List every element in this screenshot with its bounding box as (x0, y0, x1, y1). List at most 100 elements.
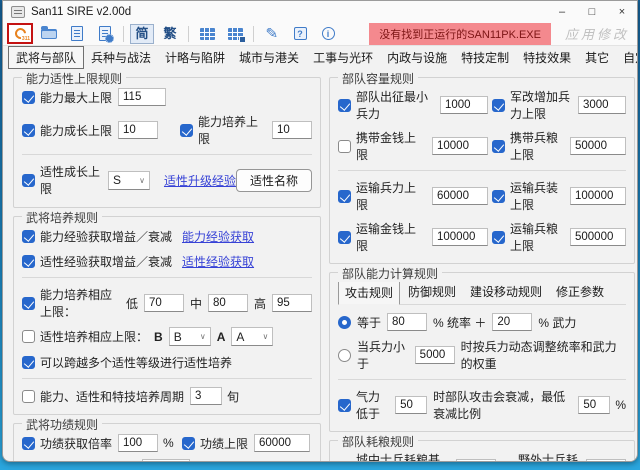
checkbox[interactable] (22, 229, 35, 243)
tab-build-move-rule[interactable]: 建设移动规则 (464, 281, 548, 304)
cultivation-cycle-input[interactable] (190, 387, 223, 405)
about-button[interactable]: i (316, 24, 340, 44)
export-table-button[interactable] (223, 24, 247, 44)
tab-units-tactics[interactable]: 兵种与战法 (84, 47, 158, 68)
data-table-button[interactable] (195, 24, 219, 44)
checkbox-label: 气力低于 (356, 390, 381, 421)
simplified-chinese-button[interactable]: 简 (130, 23, 154, 44)
tab-custom-pack[interactable]: 自定义包 (616, 47, 637, 68)
checkbox[interactable] (492, 139, 505, 153)
checkbox[interactable] (22, 123, 35, 137)
aptitude-upgrade-exp-link[interactable]: 适性升级经验 (164, 172, 236, 189)
carry-gold-input[interactable] (432, 137, 488, 155)
aptitude-exp-gain-link[interactable]: 适性经验获取 (182, 253, 254, 270)
tab-schemes-traps[interactable]: 计略与陷阱 (158, 47, 232, 68)
train-cap-mid-input[interactable] (207, 294, 248, 312)
carry-food-input[interactable] (570, 137, 626, 155)
checkbox[interactable] (22, 254, 35, 268)
tab-skill-custom[interactable]: 特技定制 (454, 47, 516, 68)
checkbox[interactable] (338, 139, 351, 153)
train-cap-high-input[interactable] (272, 294, 312, 312)
city-food-base-input[interactable] (456, 459, 496, 461)
folder-icon (41, 25, 57, 39)
save-file-button[interactable] (65, 24, 89, 44)
strength-pct-input[interactable] (492, 313, 533, 331)
open-file-button[interactable] (37, 24, 61, 44)
ability-growth-input[interactable] (118, 121, 159, 139)
checkbox[interactable] (338, 189, 351, 203)
checkbox[interactable] (338, 462, 351, 463)
status-banner: 没有找到正运行的SAN11PK.EXE (369, 22, 551, 45)
checkbox[interactable] (338, 98, 351, 112)
maximize-button[interactable]: □ (577, 1, 607, 22)
ability-max-input[interactable] (118, 88, 167, 106)
tab-correction-params[interactable]: 修正参数 (550, 281, 610, 304)
reinforce-cap-input[interactable] (578, 96, 626, 114)
checkbox[interactable] (22, 462, 35, 463)
checkbox[interactable] (180, 123, 193, 137)
window-title: San11 SIRE v2.00d (31, 5, 132, 18)
edit-button[interactable]: ✎ (260, 24, 284, 44)
tab-skill-effects[interactable]: 特技效果 (516, 47, 578, 68)
close-button[interactable]: × (607, 1, 637, 22)
checkbox[interactable] (22, 355, 35, 369)
chevron-down-icon: ∨ (262, 332, 269, 341)
merit-rate-input[interactable] (118, 434, 159, 452)
tab-works-aura[interactable]: 工事与光环 (306, 47, 380, 68)
checkbox[interactable] (22, 389, 35, 403)
checkbox[interactable] (22, 296, 35, 310)
transport-equip-input[interactable] (570, 187, 626, 205)
group-troop-capacity: 部队容量规则 部队出征最小兵力 军改增加兵力上限 (329, 70, 635, 264)
tab-cities-ports[interactable]: 城市与港关 (232, 47, 306, 68)
checkbox[interactable] (182, 436, 195, 450)
checkbox[interactable] (338, 398, 351, 412)
field-label: 低 (125, 296, 138, 311)
rank-merit-input[interactable] (142, 459, 191, 461)
checkbox[interactable] (22, 173, 35, 187)
apply-changes-button[interactable]: 应用修改 (565, 24, 629, 43)
checkbox[interactable] (338, 230, 351, 244)
group-title: 武将培养规则 (22, 209, 103, 226)
checkbox[interactable] (492, 98, 505, 112)
field-food-base-input[interactable] (586, 459, 626, 461)
tab-domestic-facilities[interactable]: 内政与设施 (380, 47, 454, 68)
aptitude-name-button[interactable]: 适性名称 (235, 168, 312, 192)
ability-exp-gain-link[interactable]: 能力经验获取 (182, 228, 254, 245)
help-book-icon: ? (293, 27, 307, 40)
aptitude-b-dropdown[interactable]: B ∨ (168, 327, 211, 346)
checkbox[interactable] (22, 330, 35, 343)
traditional-chinese-button[interactable]: 繁 (158, 24, 182, 44)
checkbox[interactable] (500, 462, 513, 463)
chevron-down-icon: ∨ (199, 332, 206, 341)
train-cap-low-input[interactable] (143, 294, 184, 312)
checkbox[interactable] (22, 90, 35, 104)
transport-gold-input[interactable] (432, 228, 488, 246)
tab-generals-troops[interactable]: 武将与部队 (8, 45, 85, 69)
checkbox-label: 运输金钱上限 (356, 222, 417, 253)
checkbox[interactable] (22, 436, 35, 450)
leadership-pct-input[interactable] (387, 313, 428, 331)
group-title: 能力适性上限规则 (22, 70, 127, 87)
morale-threshold-input[interactable] (395, 396, 428, 414)
aptitude-cap-dropdown[interactable]: S ∨ (107, 170, 150, 190)
logo-311-button[interactable]: 311 (7, 23, 33, 44)
tab-other[interactable]: 其它 (578, 47, 616, 68)
help-button[interactable]: ? (288, 24, 312, 44)
checkbox[interactable] (492, 189, 505, 203)
min-troops-input[interactable] (440, 96, 488, 114)
minimize-button[interactable]: – (547, 1, 577, 22)
file-settings-button[interactable] (93, 24, 117, 44)
tab-defense-rule[interactable]: 防御规则 (402, 281, 462, 304)
dynamic-troops-input[interactable] (414, 346, 455, 364)
transport-food-input[interactable] (570, 228, 626, 246)
radio-fixed-formula[interactable] (338, 315, 351, 329)
tab-attack-rule[interactable]: 攻击规则 (338, 281, 401, 305)
merit-cap-input[interactable] (254, 434, 311, 452)
checkbox[interactable] (492, 230, 505, 244)
ability-train-input[interactable] (272, 121, 312, 139)
aptitude-a-dropdown[interactable]: A ∨ (231, 327, 274, 346)
transport-troops-input[interactable] (432, 187, 488, 205)
radio-dynamic-formula[interactable] (338, 348, 351, 362)
decay-ratio-input[interactable] (578, 396, 611, 414)
checkbox-label: 军改增加兵力上限 (510, 90, 571, 121)
